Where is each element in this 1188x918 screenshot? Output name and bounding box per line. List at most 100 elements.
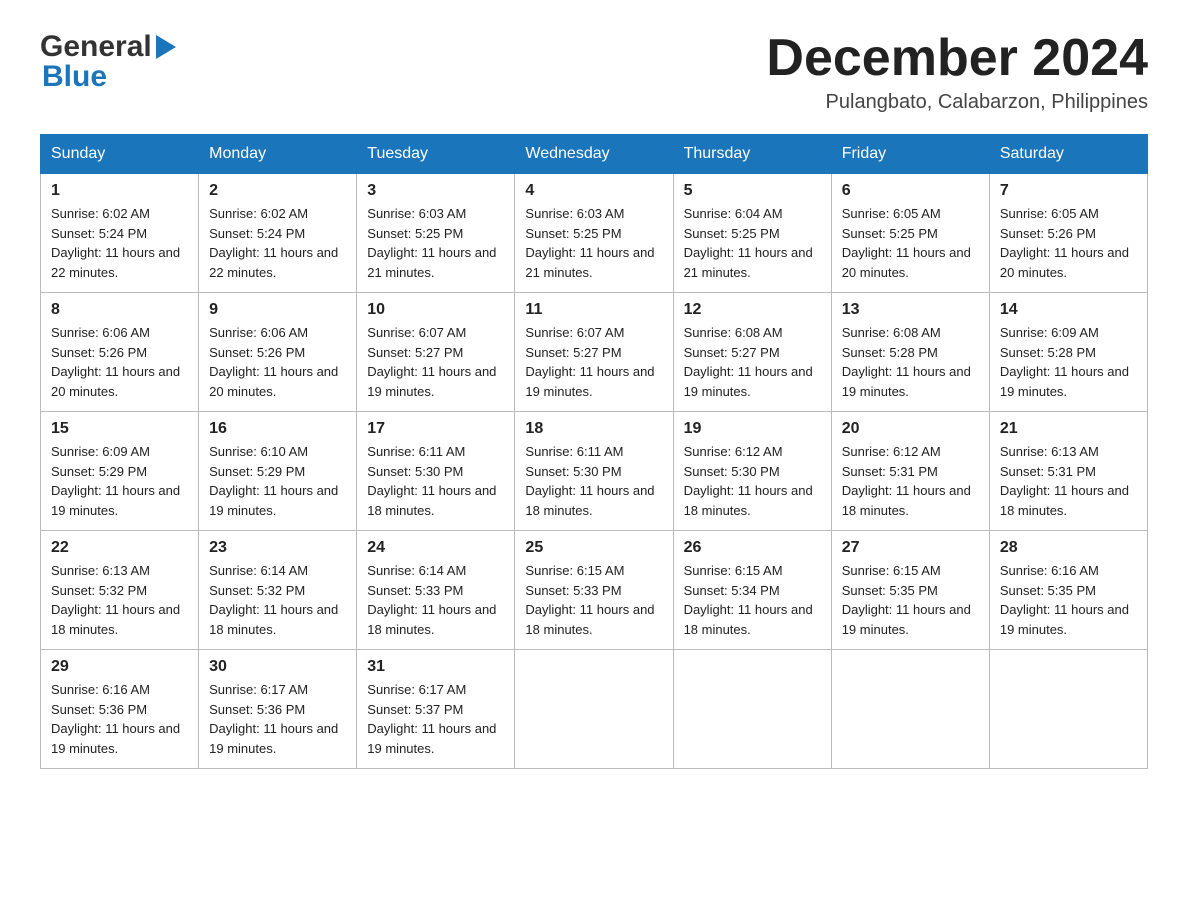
day-number: 15 — [51, 420, 188, 438]
day-number: 27 — [842, 539, 979, 557]
day-number: 8 — [51, 301, 188, 319]
table-row: 30 Sunrise: 6:17 AMSunset: 5:36 PMDaylig… — [199, 650, 357, 769]
day-info: Sunrise: 6:08 AMSunset: 5:28 PMDaylight:… — [842, 323, 979, 401]
table-row: 12 Sunrise: 6:08 AMSunset: 5:27 PMDaylig… — [673, 293, 831, 412]
table-row: 28 Sunrise: 6:16 AMSunset: 5:35 PMDaylig… — [989, 531, 1147, 650]
day-number: 18 — [525, 420, 662, 438]
header-tuesday: Tuesday — [357, 135, 515, 174]
table-row: 3 Sunrise: 6:03 AMSunset: 5:25 PMDayligh… — [357, 174, 515, 293]
table-row: 7 Sunrise: 6:05 AMSunset: 5:26 PMDayligh… — [989, 174, 1147, 293]
day-info: Sunrise: 6:14 AMSunset: 5:33 PMDaylight:… — [367, 561, 504, 639]
table-row: 2 Sunrise: 6:02 AMSunset: 5:24 PMDayligh… — [199, 174, 357, 293]
day-info: Sunrise: 6:17 AMSunset: 5:37 PMDaylight:… — [367, 680, 504, 758]
day-info: Sunrise: 6:17 AMSunset: 5:36 PMDaylight:… — [209, 680, 346, 758]
day-number: 4 — [525, 182, 662, 200]
calendar-week-row: 29 Sunrise: 6:16 AMSunset: 5:36 PMDaylig… — [41, 650, 1148, 769]
day-info: Sunrise: 6:03 AMSunset: 5:25 PMDaylight:… — [525, 204, 662, 282]
table-row: 24 Sunrise: 6:14 AMSunset: 5:33 PMDaylig… — [357, 531, 515, 650]
day-info: Sunrise: 6:15 AMSunset: 5:33 PMDaylight:… — [525, 561, 662, 639]
table-row: 15 Sunrise: 6:09 AMSunset: 5:29 PMDaylig… — [41, 412, 199, 531]
day-number: 25 — [525, 539, 662, 557]
calendar-table: Sunday Monday Tuesday Wednesday Thursday… — [40, 134, 1148, 769]
calendar-week-row: 22 Sunrise: 6:13 AMSunset: 5:32 PMDaylig… — [41, 531, 1148, 650]
logo-blue-text: Blue — [40, 60, 176, 94]
day-number: 19 — [684, 420, 821, 438]
day-info: Sunrise: 6:10 AMSunset: 5:29 PMDaylight:… — [209, 442, 346, 520]
table-row: 19 Sunrise: 6:12 AMSunset: 5:30 PMDaylig… — [673, 412, 831, 531]
day-number: 6 — [842, 182, 979, 200]
calendar-header-row: Sunday Monday Tuesday Wednesday Thursday… — [41, 135, 1148, 174]
day-info: Sunrise: 6:07 AMSunset: 5:27 PMDaylight:… — [525, 323, 662, 401]
table-row: 8 Sunrise: 6:06 AMSunset: 5:26 PMDayligh… — [41, 293, 199, 412]
header-friday: Friday — [831, 135, 989, 174]
day-number: 11 — [525, 301, 662, 319]
day-info: Sunrise: 6:07 AMSunset: 5:27 PMDaylight:… — [367, 323, 504, 401]
table-row: 1 Sunrise: 6:02 AMSunset: 5:24 PMDayligh… — [41, 174, 199, 293]
day-info: Sunrise: 6:02 AMSunset: 5:24 PMDaylight:… — [51, 204, 188, 282]
table-row: 6 Sunrise: 6:05 AMSunset: 5:25 PMDayligh… — [831, 174, 989, 293]
day-info: Sunrise: 6:11 AMSunset: 5:30 PMDaylight:… — [525, 442, 662, 520]
day-number: 20 — [842, 420, 979, 438]
day-info: Sunrise: 6:13 AMSunset: 5:32 PMDaylight:… — [51, 561, 188, 639]
calendar-week-row: 8 Sunrise: 6:06 AMSunset: 5:26 PMDayligh… — [41, 293, 1148, 412]
table-row: 5 Sunrise: 6:04 AMSunset: 5:25 PMDayligh… — [673, 174, 831, 293]
day-number: 14 — [1000, 301, 1137, 319]
day-number: 31 — [367, 658, 504, 676]
day-number: 22 — [51, 539, 188, 557]
header-sunday: Sunday — [41, 135, 199, 174]
day-info: Sunrise: 6:05 AMSunset: 5:25 PMDaylight:… — [842, 204, 979, 282]
location-subtitle: Pulangbato, Calabarzon, Philippines — [766, 91, 1148, 114]
day-info: Sunrise: 6:09 AMSunset: 5:28 PMDaylight:… — [1000, 323, 1137, 401]
day-info: Sunrise: 6:02 AMSunset: 5:24 PMDaylight:… — [209, 204, 346, 282]
day-number: 16 — [209, 420, 346, 438]
day-number: 5 — [684, 182, 821, 200]
table-row — [831, 650, 989, 769]
day-number: 28 — [1000, 539, 1137, 557]
day-info: Sunrise: 6:04 AMSunset: 5:25 PMDaylight:… — [684, 204, 821, 282]
table-row: 23 Sunrise: 6:14 AMSunset: 5:32 PMDaylig… — [199, 531, 357, 650]
day-info: Sunrise: 6:03 AMSunset: 5:25 PMDaylight:… — [367, 204, 504, 282]
day-info: Sunrise: 6:13 AMSunset: 5:31 PMDaylight:… — [1000, 442, 1137, 520]
table-row — [673, 650, 831, 769]
day-number: 24 — [367, 539, 504, 557]
calendar-week-row: 1 Sunrise: 6:02 AMSunset: 5:24 PMDayligh… — [41, 174, 1148, 293]
day-number: 17 — [367, 420, 504, 438]
day-info: Sunrise: 6:09 AMSunset: 5:29 PMDaylight:… — [51, 442, 188, 520]
day-info: Sunrise: 6:16 AMSunset: 5:36 PMDaylight:… — [51, 680, 188, 758]
day-info: Sunrise: 6:06 AMSunset: 5:26 PMDaylight:… — [209, 323, 346, 401]
day-number: 13 — [842, 301, 979, 319]
day-info: Sunrise: 6:12 AMSunset: 5:30 PMDaylight:… — [684, 442, 821, 520]
day-info: Sunrise: 6:05 AMSunset: 5:26 PMDaylight:… — [1000, 204, 1137, 282]
day-number: 23 — [209, 539, 346, 557]
logo-arrow-icon — [156, 35, 176, 59]
table-row: 31 Sunrise: 6:17 AMSunset: 5:37 PMDaylig… — [357, 650, 515, 769]
calendar-week-row: 15 Sunrise: 6:09 AMSunset: 5:29 PMDaylig… — [41, 412, 1148, 531]
table-row: 11 Sunrise: 6:07 AMSunset: 5:27 PMDaylig… — [515, 293, 673, 412]
table-row: 29 Sunrise: 6:16 AMSunset: 5:36 PMDaylig… — [41, 650, 199, 769]
table-row — [515, 650, 673, 769]
table-row — [989, 650, 1147, 769]
day-number: 21 — [1000, 420, 1137, 438]
logo-general-text: General — [40, 30, 152, 64]
day-number: 12 — [684, 301, 821, 319]
day-number: 3 — [367, 182, 504, 200]
day-number: 29 — [51, 658, 188, 676]
table-row: 10 Sunrise: 6:07 AMSunset: 5:27 PMDaylig… — [357, 293, 515, 412]
page-title: December 2024 — [766, 30, 1148, 87]
page-header: General Blue December 2024 Pulangbato, C… — [40, 30, 1148, 114]
day-number: 26 — [684, 539, 821, 557]
day-info: Sunrise: 6:15 AMSunset: 5:34 PMDaylight:… — [684, 561, 821, 639]
day-info: Sunrise: 6:11 AMSunset: 5:30 PMDaylight:… — [367, 442, 504, 520]
header-wednesday: Wednesday — [515, 135, 673, 174]
header-monday: Monday — [199, 135, 357, 174]
table-row: 20 Sunrise: 6:12 AMSunset: 5:31 PMDaylig… — [831, 412, 989, 531]
day-number: 10 — [367, 301, 504, 319]
day-info: Sunrise: 6:06 AMSunset: 5:26 PMDaylight:… — [51, 323, 188, 401]
day-info: Sunrise: 6:15 AMSunset: 5:35 PMDaylight:… — [842, 561, 979, 639]
table-row: 17 Sunrise: 6:11 AMSunset: 5:30 PMDaylig… — [357, 412, 515, 531]
day-number: 1 — [51, 182, 188, 200]
table-row: 26 Sunrise: 6:15 AMSunset: 5:34 PMDaylig… — [673, 531, 831, 650]
day-number: 30 — [209, 658, 346, 676]
day-number: 7 — [1000, 182, 1137, 200]
table-row: 13 Sunrise: 6:08 AMSunset: 5:28 PMDaylig… — [831, 293, 989, 412]
